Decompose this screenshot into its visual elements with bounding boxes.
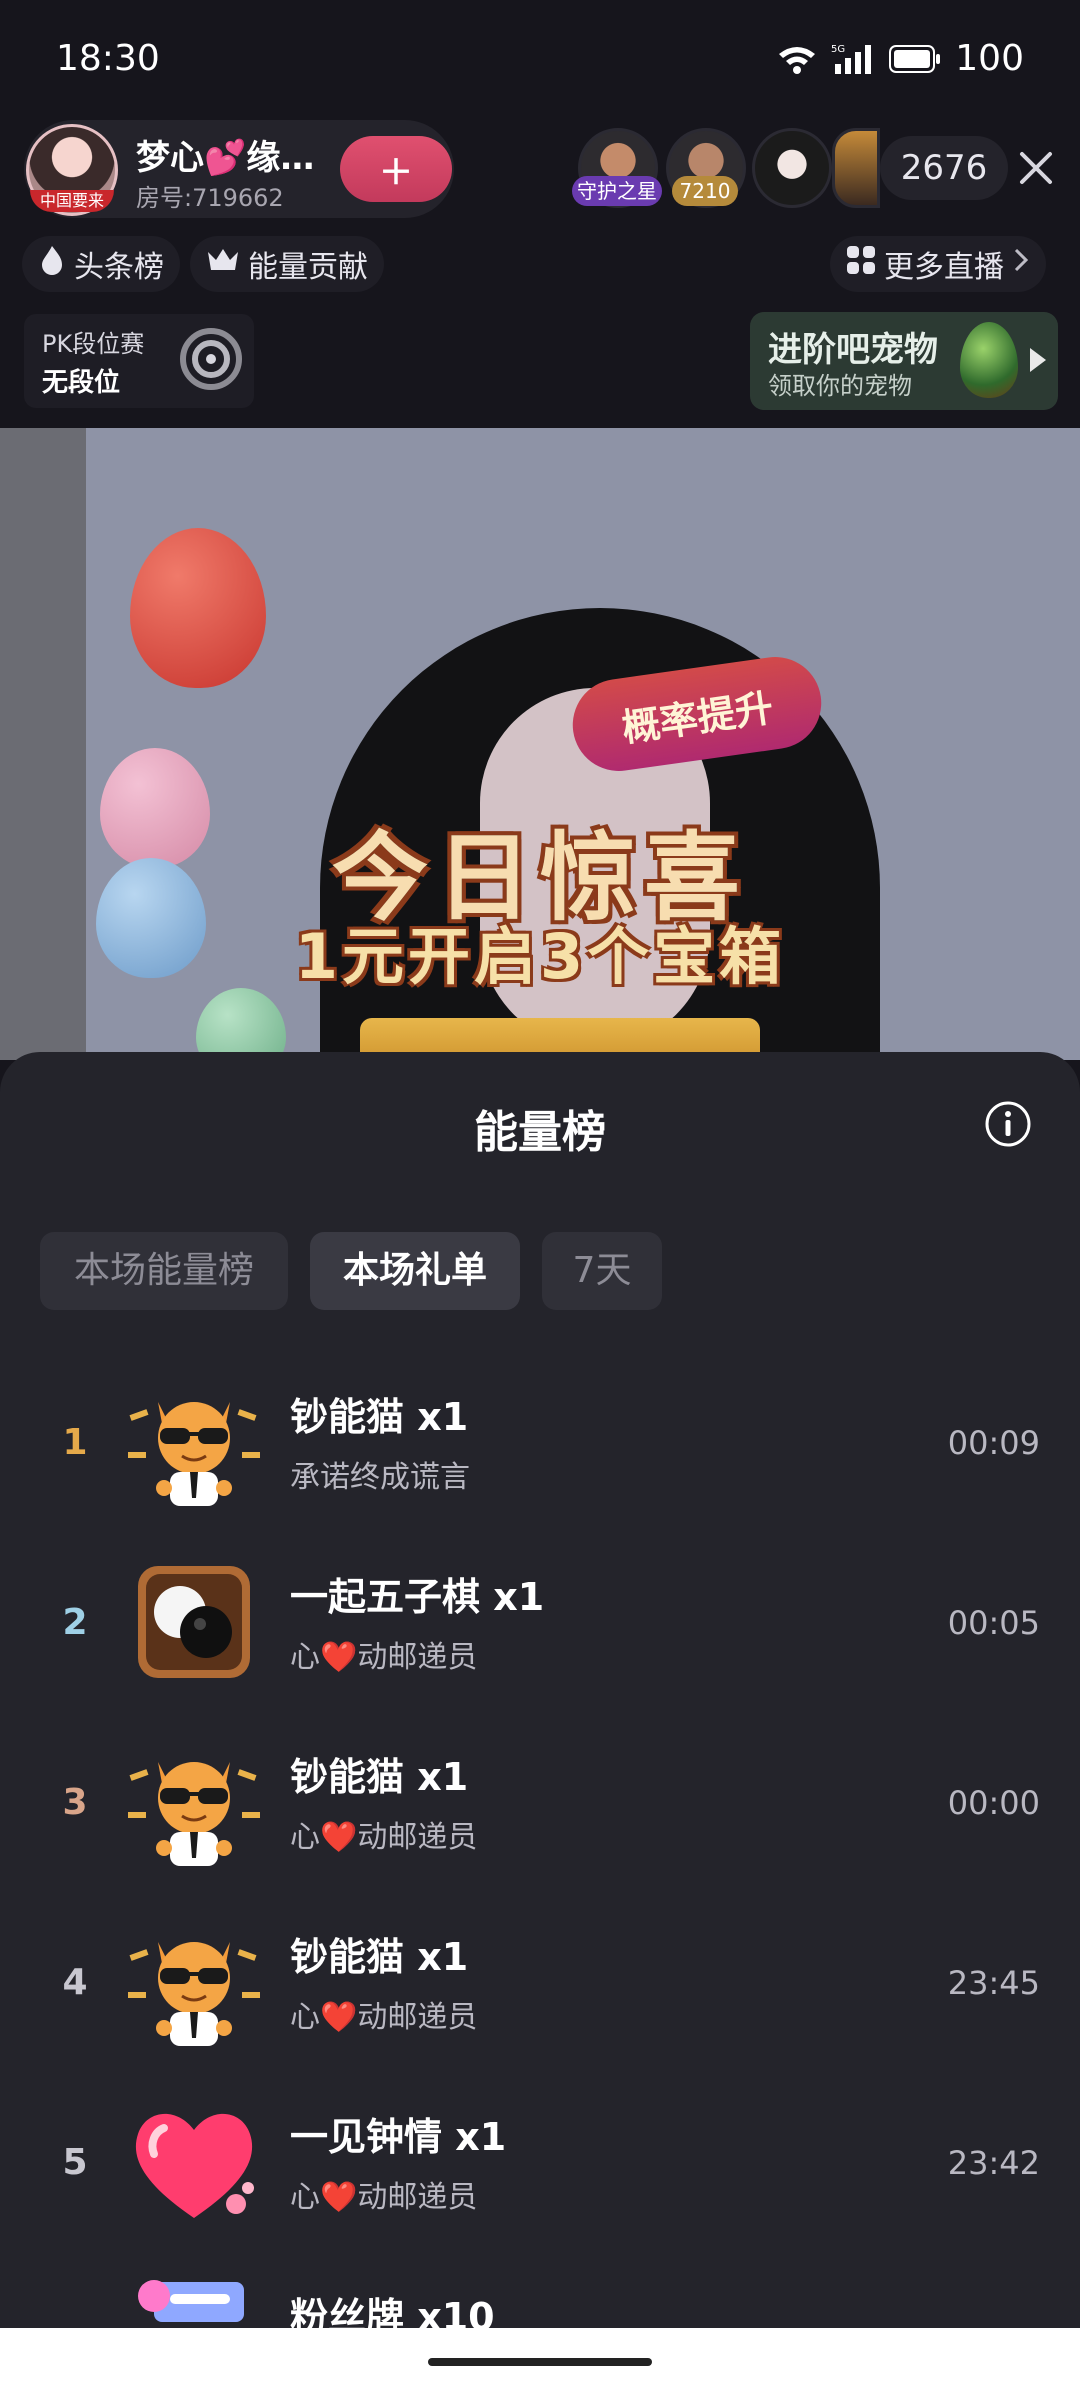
status-icons: 5G 100 [777,38,1024,79]
more-live-label: 更多直播 [884,250,1004,285]
rank-number: 2 [62,1602,88,1643]
list-item[interactable]: 粉丝牌 x10 [0,2252,1080,2328]
plus-heart-icon: ＋ [379,152,413,193]
wifi-icon [777,43,817,75]
pet-subtitle: 领取你的宠物 [768,372,912,400]
guard-badge: 守护之星 [572,176,662,206]
promo-subtitle: 1元开启3个宝箱 [294,920,786,993]
follow-button[interactable]: ＋ [340,136,452,202]
sheet-title: 能量榜 [474,1107,606,1158]
signal-5g-icon: 5G [831,42,875,76]
level-badge: 7210 [672,176,738,206]
status-time: 18:30 [56,38,160,79]
live-video[interactable]: 概率提升 今日惊喜 1元开启3个宝箱 [0,428,1080,1060]
rank-number: 3 [62,1782,88,1823]
fan-badge-icon [124,2272,264,2328]
viewer-avatar[interactable] [752,128,832,208]
headline-rank-chip[interactable]: 头条榜 [22,236,180,292]
heart-gift-icon [124,2092,264,2232]
cool-cat-icon [124,1732,264,1872]
play-arrow-icon [1030,348,1046,372]
rank-number: 4 [62,1962,88,2003]
gift-sender: 心❤️动邮递员 [290,1820,478,1855]
battery-level: 100 [955,38,1024,79]
flame-icon [38,244,66,284]
close-icon[interactable] [1010,142,1062,194]
headline-rank-label: 头条榜 [74,250,164,285]
energy-contribution-chip[interactable]: 能量贡献 [190,236,384,292]
list-item[interactable]: 5 一见钟情 x1 心❤️动邮递员 23:42 [0,2072,1080,2252]
gift-name: 粉丝牌 x10 [290,2295,495,2328]
host-name: 梦心💕缘… [136,138,315,178]
crown-icon [206,246,240,282]
info-icon[interactable] [984,1100,1032,1148]
gift-name: 一起五子棋 x1 [290,1575,545,1619]
gift-time: 23:42 [947,2144,1040,2182]
gift-sender: 心❤️动邮递员 [290,2180,478,2215]
gift-sender: 心❤️动邮递员 [290,2000,478,2035]
battery-icon [889,44,941,73]
gift-name: 钞能猫 x1 [290,1395,469,1439]
gift-time: 00:00 [947,1784,1040,1822]
gomoku-icon [124,1552,264,1692]
pet-title: 进阶吧宠物 [768,330,938,370]
gift-time: 00:09 [947,1424,1040,1462]
viewer-avatar[interactable] [832,128,880,208]
green-balloon [196,988,286,1060]
gift-sender: 承诺终成谎言 [290,1460,470,1495]
tab-seven-days[interactable]: 7天 [542,1232,662,1310]
rank-number: 5 [62,2142,88,2183]
home-indicator[interactable] [428,2358,652,2366]
pk-rank: 无段位 [42,368,121,398]
chevron-right-icon [1012,246,1030,282]
cool-cat-icon [124,1372,264,1512]
more-live-chip[interactable]: 更多直播 [830,236,1046,292]
svg-text:5G: 5G [831,44,845,55]
cool-cat-icon [124,1912,264,2052]
red-balloon [130,528,266,688]
viewer-count[interactable]: 2676 [880,136,1008,200]
gift-sender: 心❤️动邮递员 [290,1640,478,1675]
list-item[interactable]: 2 一起五子棋 x1 心❤️动邮递员 00:05 [0,1532,1080,1712]
status-bar: 18:30 5G 100 [0,0,1080,120]
host-room-number: 房号:719662 [136,184,284,212]
list-item[interactable]: 4 钞能猫 x1 心❤️动邮递员 23:45 [0,1892,1080,2072]
pk-spiral-icon [178,326,244,392]
gift-name: 钞能猫 x1 [290,1935,469,1979]
gift-name: 钞能猫 x1 [290,1755,469,1799]
list-item[interactable]: 1 钞能猫 x1 承诺终成谎言 00:09 [0,1352,1080,1532]
pk-title: PK段位赛 [42,330,145,358]
gift-name: 一见钟情 x1 [290,2115,507,2159]
rank-number: 1 [62,1422,88,1463]
tab-session-energy[interactable]: 本场能量榜 [40,1232,288,1310]
grid-icon [846,245,876,283]
energy-contribution-label: 能量贡献 [248,250,368,285]
gift-time: 00:05 [947,1604,1040,1642]
host-avatar-tag: 中国要来 [30,190,114,212]
list-item[interactable]: 3 钞能猫 x1 心❤️动邮递员 00:00 [0,1712,1080,1892]
tab-session-gifts[interactable]: 本场礼单 [310,1232,520,1310]
gift-time: 23:45 [947,1964,1040,2002]
